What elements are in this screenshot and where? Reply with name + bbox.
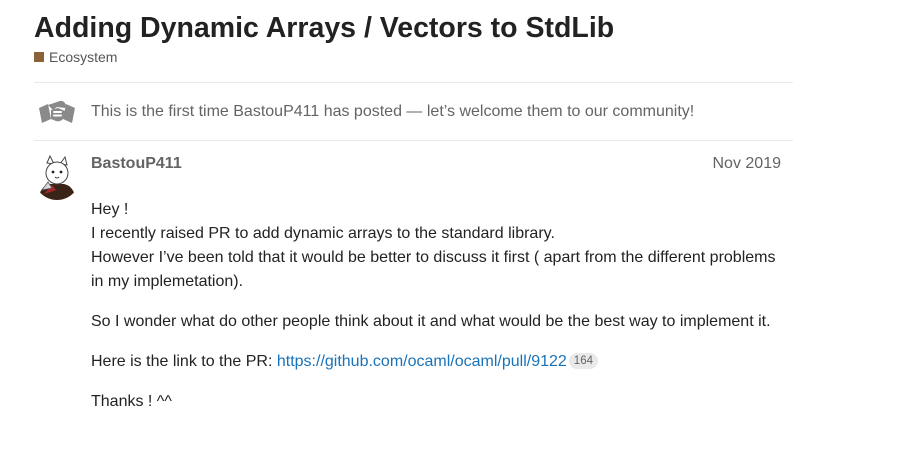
post-paragraph: Hey ! I recently raised PR to add dynami…: [91, 198, 791, 294]
post-body: Hey ! I recently raised PR to add dynami…: [91, 198, 791, 430]
pr-link[interactable]: https://github.com/ocaml/ocaml/pull/9122: [277, 353, 567, 370]
post-paragraph: Thanks ! ^^: [91, 393, 172, 410]
category-label: Ecosystem: [49, 49, 118, 65]
post-date[interactable]: Nov 2019: [713, 155, 782, 173]
author-avatar[interactable]: [34, 154, 80, 200]
link-click-count-badge: 164: [568, 353, 598, 369]
topic-title[interactable]: Adding Dynamic Arrays / Vectors to StdLi…: [34, 12, 614, 45]
post-paragraph: So I wonder what do other people think a…: [91, 313, 771, 330]
hands-clasp-icon: [36, 95, 78, 129]
post-author-name[interactable]: BastouP411: [91, 155, 182, 173]
category-color-swatch: [34, 52, 44, 62]
divider: [34, 140, 793, 141]
divider: [34, 82, 793, 83]
post-line: However I’ve been told that it would be …: [91, 249, 776, 290]
post-greeting: Hey !: [91, 201, 129, 218]
pr-link-prefix: Here is the link to the PR:: [91, 353, 277, 370]
category-badge[interactable]: Ecosystem: [34, 49, 117, 65]
post-line: I recently raised PR to add dynamic arra…: [91, 225, 555, 242]
cat-avatar-icon: [34, 154, 80, 200]
first-post-notice: This is the first time BastouP411 has po…: [91, 103, 695, 120]
post-paragraph: Here is the link to the PR: https://gith…: [91, 350, 791, 374]
